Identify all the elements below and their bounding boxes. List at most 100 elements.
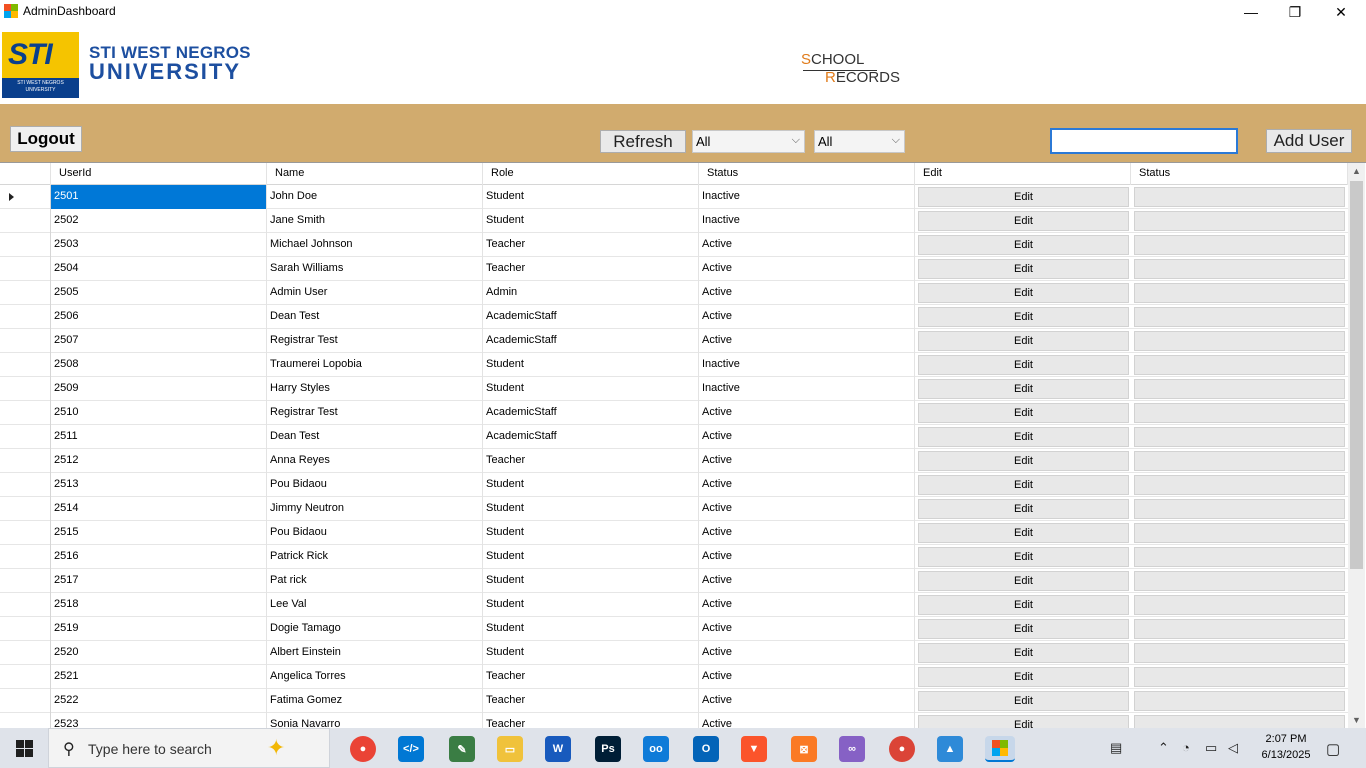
cell-userid[interactable]: 2511 [51, 425, 267, 449]
table-row[interactable]: 2502 Jane Smith Student Inactive Edit [0, 209, 1348, 233]
column-header-role[interactable]: Role [483, 163, 699, 185]
cell-userid[interactable]: 2508 [51, 353, 267, 377]
cell-role[interactable]: AcademicStaff [483, 401, 699, 425]
table-row[interactable]: 2504 Sarah Williams Teacher Active Edit [0, 257, 1348, 281]
row-header[interactable] [0, 665, 51, 689]
cell-role[interactable]: Student [483, 497, 699, 521]
cell-name[interactable]: Sonia Navarro [267, 713, 483, 728]
cell-role[interactable]: Teacher [483, 689, 699, 713]
outlook-icon[interactable]: O [693, 736, 719, 762]
edit-button[interactable]: Edit [918, 691, 1129, 711]
row-header[interactable] [0, 569, 51, 593]
close-button[interactable]: ✕ [1318, 0, 1364, 24]
column-header-status-action[interactable]: Status [1131, 163, 1348, 185]
cell-name[interactable]: Jane Smith [267, 209, 483, 233]
edit-button[interactable]: Edit [918, 619, 1129, 639]
row-header[interactable] [0, 449, 51, 473]
scroll-down-icon[interactable]: ▼ [1348, 712, 1365, 728]
table-row[interactable]: 2508 Traumerei Lopobia Student Inactive Edit [0, 353, 1348, 377]
cell-role[interactable]: Student [483, 593, 699, 617]
cell-status[interactable]: Active [699, 401, 915, 425]
status-toggle-button[interactable] [1134, 427, 1345, 447]
cell-status[interactable]: Active [699, 689, 915, 713]
table-row[interactable]: 2511 Dean Test AcademicStaff Active Edit [0, 425, 1348, 449]
row-header[interactable] [0, 593, 51, 617]
winforms-app-icon[interactable] [985, 736, 1015, 762]
column-header-name[interactable]: Name [267, 163, 483, 185]
table-row[interactable]: 2503 Michael Johnson Teacher Active Edit [0, 233, 1348, 257]
cell-status[interactable]: Active [699, 425, 915, 449]
row-header[interactable] [0, 497, 51, 521]
row-header[interactable] [0, 233, 51, 257]
edit-button[interactable]: Edit [918, 667, 1129, 687]
column-header-userid[interactable]: UserId [51, 163, 267, 185]
cell-userid[interactable]: 2505 [51, 281, 267, 305]
table-row[interactable]: 2510 Registrar Test AcademicStaff Active Edi… [0, 401, 1348, 425]
cell-status[interactable]: Active [699, 593, 915, 617]
cell-status[interactable]: Active [699, 641, 915, 665]
status-toggle-button[interactable] [1134, 235, 1345, 255]
row-header[interactable] [0, 713, 51, 728]
cell-role[interactable]: AcademicStaff [483, 329, 699, 353]
status-toggle-button[interactable] [1134, 595, 1345, 615]
table-row[interactable]: 2505 Admin User Admin Active Edit [0, 281, 1348, 305]
cell-name[interactable]: Jimmy Neutron [267, 497, 483, 521]
scroll-thumb[interactable] [1350, 181, 1363, 569]
status-toggle-button[interactable] [1134, 619, 1345, 639]
cell-name[interactable]: John Doe [267, 185, 483, 209]
edit-button[interactable]: Edit [918, 643, 1129, 663]
cell-role[interactable]: AcademicStaff [483, 305, 699, 329]
cell-userid[interactable]: 2516 [51, 545, 267, 569]
cell-name[interactable]: Anna Reyes [267, 449, 483, 473]
cell-name[interactable]: Lee Val [267, 593, 483, 617]
table-row[interactable]: 2517 Pat rick Student Active Edit [0, 569, 1348, 593]
cell-userid[interactable]: 2507 [51, 329, 267, 353]
table-row[interactable]: 2521 Angelica Torres Teacher Active Edit [0, 665, 1348, 689]
row-header[interactable] [0, 185, 51, 209]
edit-button[interactable]: Edit [918, 355, 1129, 375]
minimize-button[interactable]: — [1228, 0, 1274, 24]
row-header[interactable] [0, 209, 51, 233]
edit-button[interactable]: Edit [918, 187, 1129, 207]
cell-name[interactable]: Dean Test [267, 425, 483, 449]
status-toggle-button[interactable] [1134, 667, 1345, 687]
status-toggle-button[interactable] [1134, 643, 1345, 663]
table-row[interactable]: 2519 Dogie Tamago Student Active Edit [0, 617, 1348, 641]
cell-name[interactable]: Sarah Williams [267, 257, 483, 281]
cell-status[interactable]: Active [699, 521, 915, 545]
cell-role[interactable]: AcademicStaff [483, 425, 699, 449]
cell-name[interactable]: Dean Test [267, 305, 483, 329]
cell-name[interactable]: Patrick Rick [267, 545, 483, 569]
cell-role[interactable]: Teacher [483, 713, 699, 728]
cell-status[interactable]: Inactive [699, 377, 915, 401]
cell-status[interactable]: Inactive [699, 185, 915, 209]
photoshop-icon[interactable]: Ps [595, 736, 621, 762]
cell-userid[interactable]: 2510 [51, 401, 267, 425]
cell-role[interactable]: Teacher [483, 257, 699, 281]
status-toggle-button[interactable] [1134, 691, 1345, 711]
edit-button[interactable]: Edit [918, 259, 1129, 279]
table-row[interactable]: 2523 Sonia Navarro Teacher Active Edit [0, 713, 1348, 728]
status-toggle-button[interactable] [1134, 259, 1345, 279]
table-row[interactable]: 2509 Harry Styles Student Inactive Edit [0, 377, 1348, 401]
cell-role[interactable]: Student [483, 185, 699, 209]
cell-role[interactable]: Student [483, 641, 699, 665]
cell-userid[interactable]: 2506 [51, 305, 267, 329]
cell-status[interactable]: Active [699, 665, 915, 689]
row-header[interactable] [0, 281, 51, 305]
cell-name[interactable]: Harry Styles [267, 377, 483, 401]
file-explorer-icon[interactable]: ▭ [497, 736, 523, 762]
cell-status[interactable]: Active [699, 713, 915, 728]
row-header[interactable] [0, 689, 51, 713]
cell-name[interactable]: Registrar Test [267, 401, 483, 425]
cell-role[interactable]: Teacher [483, 665, 699, 689]
edit-button[interactable]: Edit [918, 307, 1129, 327]
table-row[interactable]: 2507 Registrar Test AcademicStaff Active Edi… [0, 329, 1348, 353]
edit-button[interactable]: Edit [918, 571, 1129, 591]
row-header[interactable] [0, 377, 51, 401]
edit-button[interactable]: Edit [918, 451, 1129, 471]
visual-studio-icon[interactable]: ∞ [839, 736, 865, 762]
edit-button[interactable]: Edit [918, 235, 1129, 255]
cell-status[interactable]: Active [699, 233, 915, 257]
cell-userid[interactable]: 2522 [51, 689, 267, 713]
